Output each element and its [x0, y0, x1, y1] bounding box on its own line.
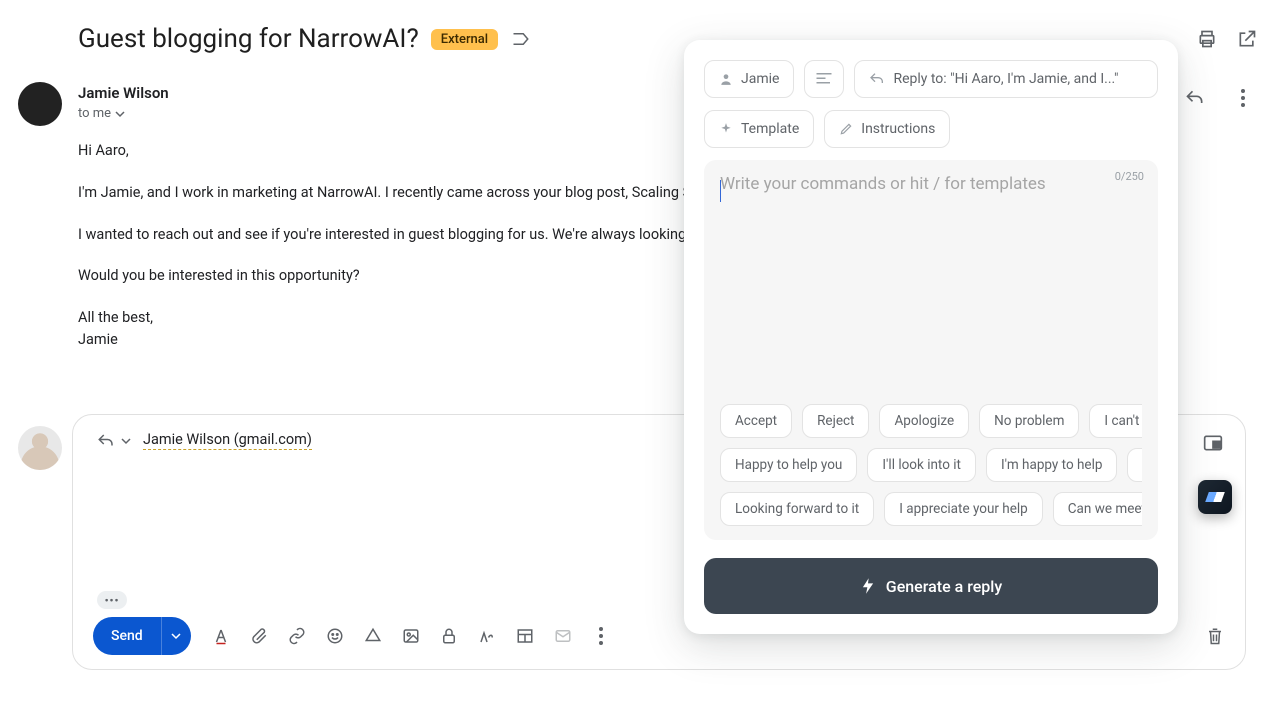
open-new-window-icon[interactable] — [1237, 29, 1257, 49]
reply-icon — [869, 72, 885, 86]
template-chip[interactable]: Template — [704, 110, 814, 148]
external-badge: External — [431, 29, 498, 50]
print-icon[interactable] — [1197, 29, 1217, 49]
suggestion-chip[interactable]: Glad to hea — [1127, 448, 1142, 482]
label-icon[interactable] — [512, 31, 530, 47]
reply-type-selector[interactable] — [97, 433, 131, 449]
send-button[interactable]: Send — [93, 617, 191, 655]
confidential-icon[interactable] — [439, 626, 459, 646]
insert-image-icon[interactable] — [401, 626, 421, 646]
suggestions-row-1: Accept Reject Apologize No problem I can… — [720, 404, 1142, 438]
ai-assist-panel: Jamie Reply to: "Hi Aaro, I'm Jamie, and… — [684, 40, 1178, 634]
popout-composer-icon[interactable] — [1203, 433, 1223, 453]
message-actions — [1185, 88, 1253, 108]
sender-name[interactable]: Jamie Wilson — [78, 84, 169, 102]
bolt-icon — [860, 577, 876, 595]
more-vert-icon[interactable] — [1233, 88, 1253, 108]
sender-avatar[interactable] — [18, 82, 62, 126]
recipient-chip[interactable]: Jamie Wilson (gmail.com) — [143, 431, 312, 450]
suggestion-chip[interactable]: Apologize — [879, 404, 969, 438]
suggestion-chip[interactable]: Can we meet to discus — [1053, 492, 1142, 526]
recipient-chip-label: Jamie — [741, 71, 779, 87]
chevron-down-icon — [121, 436, 131, 446]
generate-reply-label: Generate a reply — [886, 577, 1002, 596]
suggestion-chip[interactable]: Reject — [802, 404, 869, 438]
template-chip-label: Template — [741, 121, 799, 137]
suggestion-chip[interactable]: I'm happy to help — [986, 448, 1117, 482]
char-count: 0/250 — [1115, 170, 1144, 183]
send-label[interactable]: Send — [93, 617, 161, 655]
show-trimmed-content[interactable]: ••• — [97, 591, 127, 609]
generate-reply-button[interactable]: Generate a reply — [704, 558, 1158, 614]
format-text-icon[interactable] — [211, 626, 231, 646]
pencil-icon — [839, 122, 853, 136]
reply-context-text: Reply to: "Hi Aaro, I'm Jamie, and I..." — [893, 71, 1118, 87]
signature-icon[interactable] — [477, 626, 497, 646]
suggestion-chip[interactable]: No problem — [979, 404, 1079, 438]
suggestions-row-3: Looking forward to it I appreciate your … — [720, 492, 1142, 526]
mail-icon[interactable] — [553, 626, 573, 646]
suggestion-chip[interactable]: Looking forward to it — [720, 492, 874, 526]
person-icon — [719, 72, 733, 86]
suggestion-chip[interactable]: I can't help — [1089, 404, 1142, 438]
attach-icon[interactable] — [249, 626, 269, 646]
text-cursor — [720, 180, 721, 202]
prompt-input[interactable] — [720, 174, 1142, 214]
suggestion-chip[interactable]: I'll look into it — [867, 448, 976, 482]
align-chip[interactable] — [804, 60, 844, 98]
suggestions-row-2: Happy to help you I'll look into it I'm … — [720, 448, 1142, 482]
to-label: to me — [78, 106, 111, 121]
my-avatar[interactable] — [18, 426, 62, 470]
email-subject: Guest blogging for NarrowAI? — [78, 24, 419, 54]
reply-icon[interactable] — [1185, 88, 1205, 108]
reply-arrow-icon — [97, 433, 115, 449]
suggestion-chip[interactable]: I appreciate your help — [884, 492, 1043, 526]
chevron-down-icon — [115, 109, 125, 119]
recipients-summary[interactable]: to me — [78, 106, 169, 121]
insert-link-icon[interactable] — [287, 626, 307, 646]
more-vert-icon[interactable] — [591, 626, 611, 646]
message-meta: Jamie Wilson to me — [78, 84, 169, 121]
suggestions: Accept Reject Apologize No problem I can… — [720, 392, 1142, 526]
prompt-box: 0/250 Accept Reject Apologize No problem… — [704, 160, 1158, 540]
suggestion-chip[interactable]: Happy to help you — [720, 448, 857, 482]
recipient-chip[interactable]: Jamie — [704, 60, 794, 98]
reply-context-chip[interactable]: Reply to: "Hi Aaro, I'm Jamie, and I..." — [854, 60, 1158, 98]
align-left-icon — [815, 72, 833, 86]
drive-icon[interactable] — [363, 626, 383, 646]
send-options-dropdown[interactable] — [161, 617, 191, 655]
sparkle-icon — [719, 122, 733, 136]
instructions-chip-label: Instructions — [861, 121, 935, 137]
layout-icon[interactable] — [515, 626, 535, 646]
suggestion-chip[interactable]: Accept — [720, 404, 792, 438]
emoji-icon[interactable] — [325, 626, 345, 646]
extension-launcher-icon[interactable] — [1198, 480, 1232, 514]
discard-draft-icon[interactable] — [1205, 626, 1225, 646]
instructions-chip[interactable]: Instructions — [824, 110, 950, 148]
